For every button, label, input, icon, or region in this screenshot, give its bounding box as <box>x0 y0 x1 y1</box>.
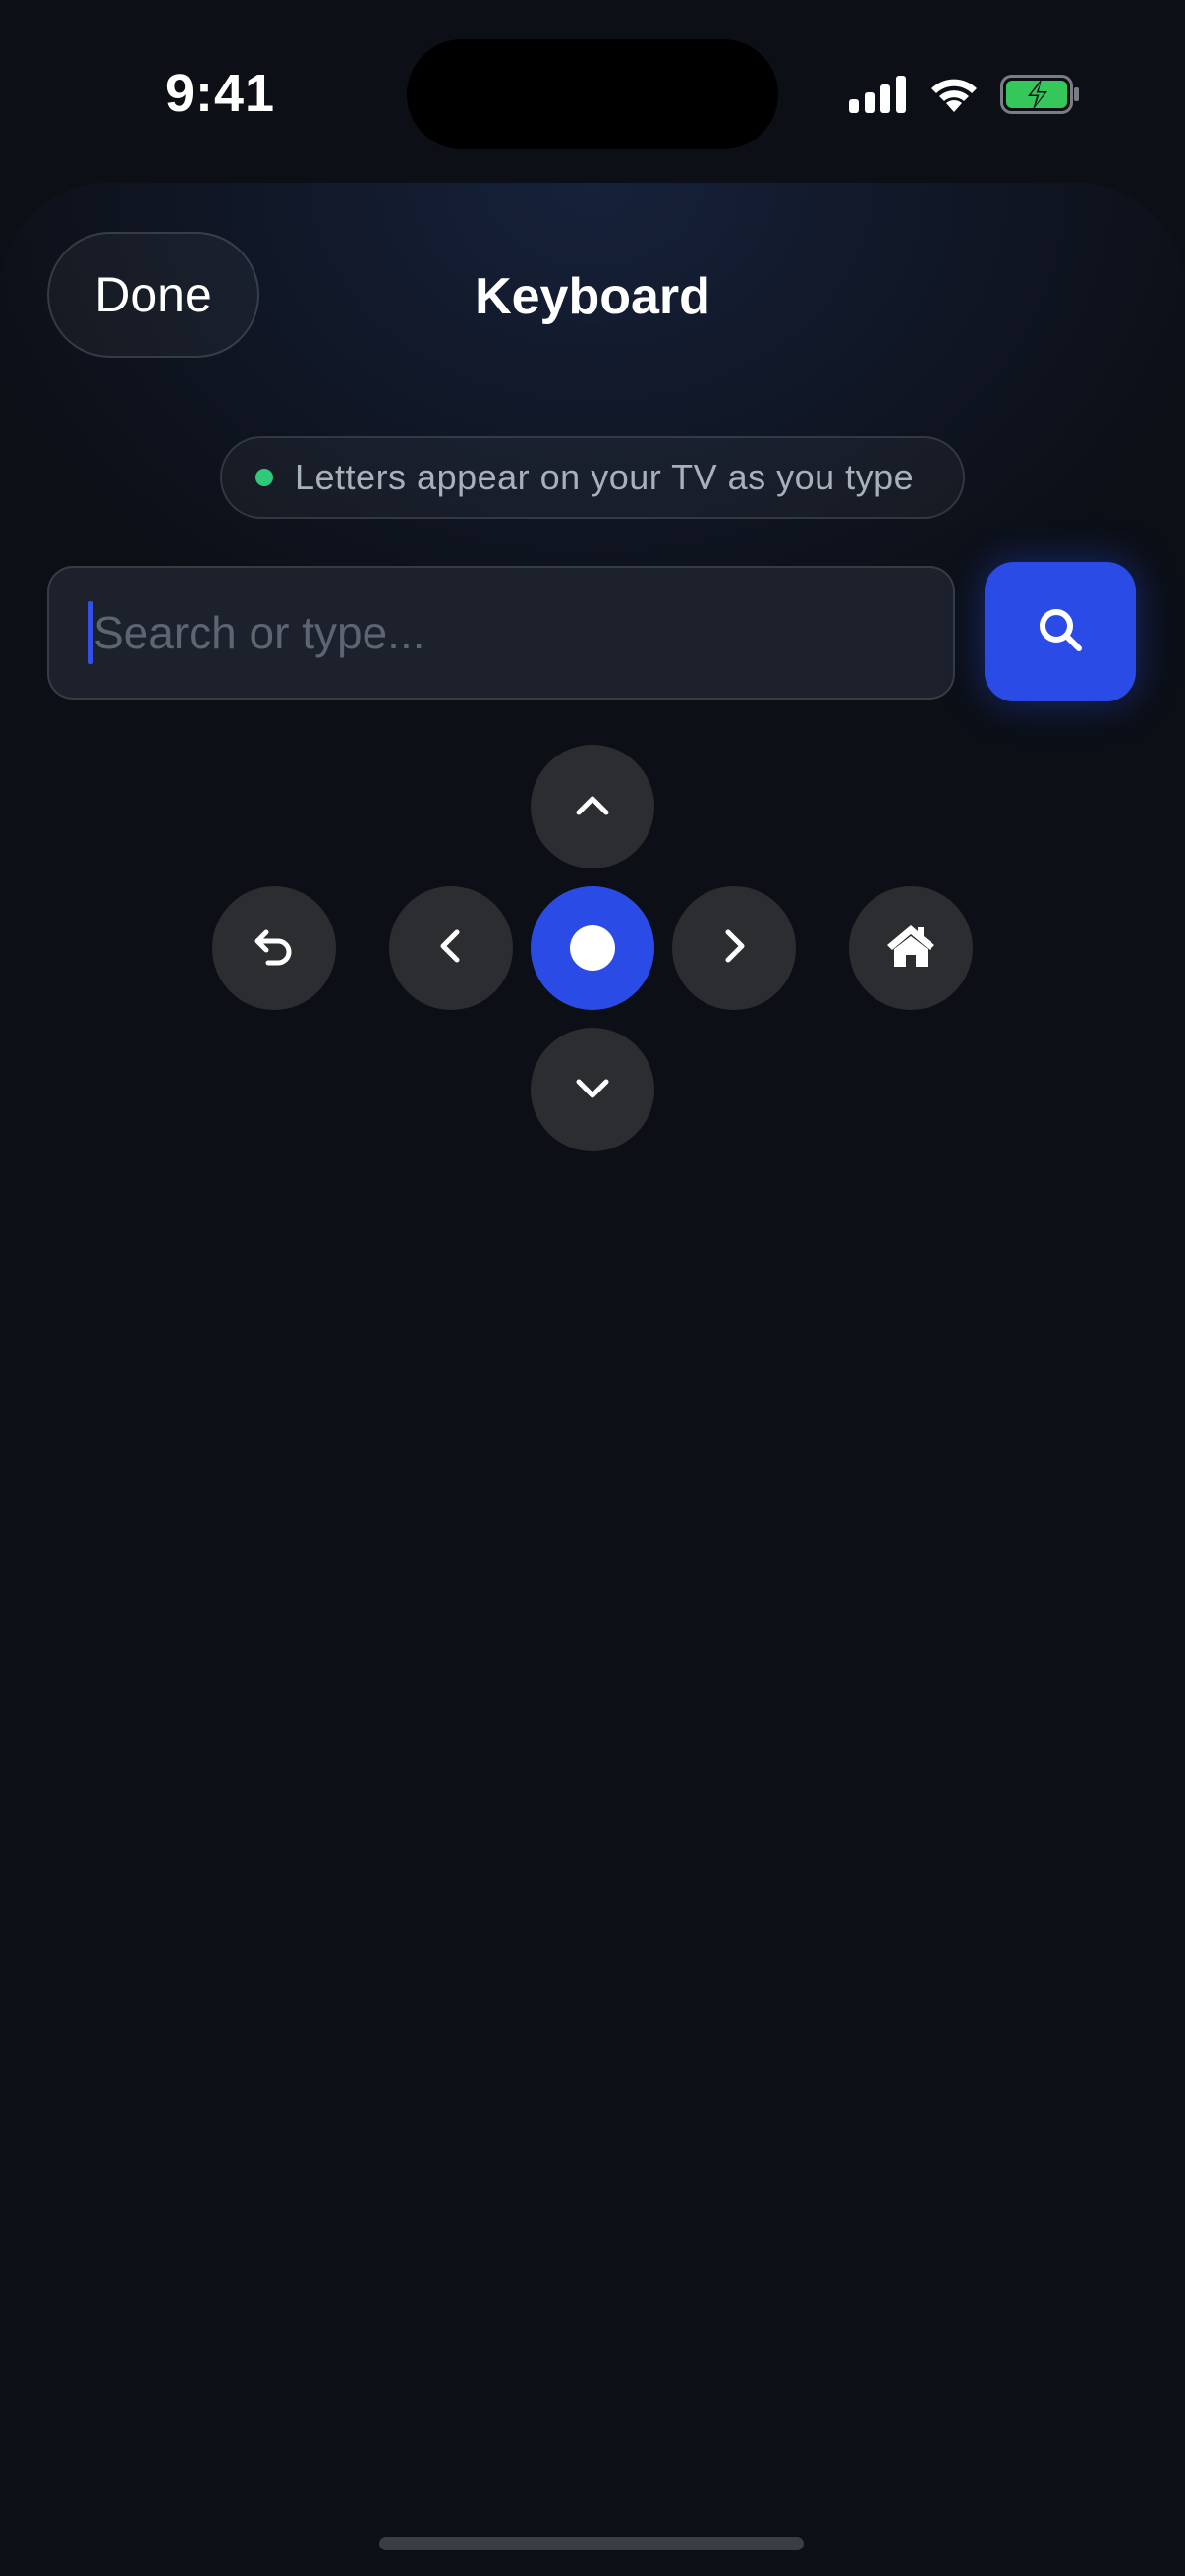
search-input[interactable] <box>93 606 899 659</box>
search-button[interactable] <box>985 562 1136 701</box>
status-icons <box>849 75 1081 119</box>
dpad-right-button[interactable] <box>672 886 796 1010</box>
wifi-icon <box>928 75 981 119</box>
home-button[interactable] <box>849 886 973 1010</box>
search-field[interactable] <box>47 566 955 700</box>
status-bar: 9:41 <box>0 0 1185 187</box>
home-indicator[interactable] <box>379 2537 804 2550</box>
status-dot-icon <box>255 469 273 486</box>
dpad-ok-button[interactable] <box>531 886 654 1010</box>
chevron-left-icon <box>429 924 473 973</box>
back-icon <box>251 923 298 975</box>
keyboard-sheet: Done Keyboard Letters appear on your TV … <box>0 183 1185 2576</box>
chevron-down-icon <box>571 1066 614 1114</box>
sheet-title: Keyboard <box>475 268 710 325</box>
search-icon <box>1036 605 1085 659</box>
dynamic-island <box>407 39 778 149</box>
dpad-up-button[interactable] <box>531 745 654 868</box>
battery-charging-icon <box>1000 75 1081 119</box>
cellular-signal-icon <box>849 76 908 118</box>
dpad-down-button[interactable] <box>531 1028 654 1151</box>
dpad-left-button[interactable] <box>389 886 513 1010</box>
keyboard-screen: 9:41 Done Keyboard Letters appear on you… <box>0 0 1185 2576</box>
chevron-up-icon <box>571 783 614 831</box>
ok-dot-icon <box>570 925 615 971</box>
typing-hint: Letters appear on your TV as you type <box>220 436 965 519</box>
home-icon <box>884 922 937 976</box>
back-button[interactable] <box>212 886 336 1010</box>
hint-text: Letters appear on your TV as you type <box>295 457 915 497</box>
chevron-right-icon <box>712 924 756 973</box>
status-time: 9:41 <box>165 64 276 123</box>
